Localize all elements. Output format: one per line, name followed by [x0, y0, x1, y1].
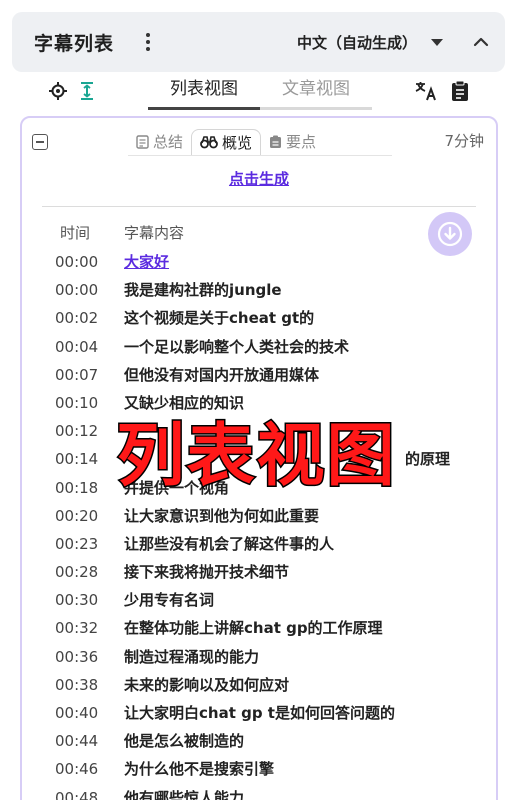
subtitle-text: 未来的影响以及如何应对 [124, 675, 290, 694]
subtitle-time: 00:04 [55, 337, 99, 356]
subtitle-text: 制造过程涌现的能力 [124, 647, 260, 666]
col-time-header: 时间 [60, 224, 91, 242]
subtitle-row[interactable]: 00:00 我是建构社群的jungle [22, 276, 496, 304]
subtitle-row[interactable]: 00:40 让大家明白chat gp t是如何回答问题的 [22, 699, 496, 727]
list-icon [270, 135, 282, 148]
subtitle-time: 00:07 [55, 365, 99, 384]
subtitle-row[interactable]: 00:28 接下来我将抛开技术细节 [22, 558, 496, 586]
subtitle-time: 00:23 [55, 534, 99, 553]
tab-overview-label: 概览 [222, 133, 253, 152]
subtitle-row[interactable]: 00:46 为什么他不是搜索引擎 [22, 755, 496, 783]
subtitle-text: 这个视频是关于cheat gt的 [124, 309, 315, 328]
subtitle-row[interactable]: 00:30 少用专有名词 [22, 586, 496, 614]
subtitle-text: 在整体功能上讲解chat gp的工作原理 [124, 619, 383, 638]
subtitle-time: 00:02 [55, 309, 99, 328]
subtitle-row[interactable]: 00:32 在整体功能上讲解chat gp的工作原理 [22, 614, 496, 642]
generate-link[interactable]: 点击生成 [22, 168, 496, 189]
tab-summary[interactable]: 总结 [128, 129, 191, 155]
subtitle-text: 接下来我将抛开技术细节 [124, 563, 290, 582]
subtitle-row[interactable]: 00:00 大家好 [22, 248, 496, 276]
subtitle-text: 他是怎么被制造的 [124, 732, 245, 751]
subtitle-time: 00:00 [55, 253, 99, 271]
overlay-title: 列表视图 [115, 416, 397, 498]
table-header: 时间 字幕内容 [22, 222, 496, 244]
subtitle-time: 00:40 [55, 704, 99, 722]
scroll-sync-icon[interactable] [76, 80, 98, 102]
subtitle-text: 我是建构社群的jungle [124, 281, 282, 300]
subtitle-time: 00:20 [55, 506, 99, 525]
video-duration: 7分钟 [444, 132, 484, 150]
subtitle-text: 但他没有对国内开放通用媒体 [124, 365, 320, 384]
subtitle-list: 00:00 大家好 00:00 我是建构社群的jungle 00:02 这个视频是关于ch… [22, 248, 496, 800]
subtitle-row[interactable]: 00:02 这个视频是关于cheat gt的 [22, 304, 496, 332]
header-title: 字幕列表 [34, 32, 115, 55]
summary-tabs: 总结 概览 要点 [128, 128, 392, 156]
subtitle-row[interactable]: 00:20 让大家意识到他为何如此重要 [22, 502, 496, 530]
subtitle-text: 让大家明白chat gp t是如何回答问题的 [124, 704, 395, 722]
view-tabs: 列表视图 文章视图 [148, 74, 372, 110]
subtitle-row[interactable]: 00:44 他是怎么被制造的 [22, 727, 496, 755]
subtitle-row[interactable]: 00:38 未来的影响以及如何应对 [22, 671, 496, 699]
subtitle-time: 00:38 [55, 675, 99, 694]
subtitle-row[interactable]: 00:07 但他没有对国内开放通用媒体 [22, 361, 496, 389]
translate-icon[interactable] [414, 80, 438, 102]
tab-article-view[interactable]: 文章视图 [260, 74, 372, 110]
subtitle-text: 一个足以影响整个人类社会的技术 [124, 337, 350, 356]
subtitle-time: 00:00 [55, 281, 99, 300]
divider [42, 206, 476, 207]
caret-down-icon [431, 38, 443, 46]
tab-overview[interactable]: 概览 [191, 128, 262, 155]
subtitle-row[interactable]: 00:36 制造过程涌现的能力 [22, 643, 496, 671]
tab-key-points[interactable]: 要点 [261, 129, 324, 155]
subtitle-time: 00:28 [55, 563, 99, 582]
subtitle-row[interactable]: 00:04 一个足以影响整个人类社会的技术 [22, 333, 496, 361]
subtitle-header: 字幕列表 中文（自动生成） [12, 12, 505, 72]
subtitle-text: 他有哪些惊人能力 [124, 788, 245, 800]
subtitle-row[interactable]: 00:23 让那些没有机会了解这件事的人 [22, 530, 496, 558]
subtitle-time: 00:44 [55, 732, 99, 751]
subtitle-time: 00:46 [55, 760, 99, 779]
tab-list-view[interactable]: 列表视图 [148, 74, 260, 110]
subtitle-text: 少用专有名词 [124, 591, 215, 610]
tab-summary-label: 总结 [153, 133, 184, 151]
col-text-header: 字幕内容 [124, 224, 185, 242]
subtitle-text: 大家好 [124, 253, 170, 271]
document-icon [136, 134, 149, 149]
language-label: 中文（自动生成） [296, 33, 417, 52]
view-toolbar: 列表视图 文章视图 [0, 72, 513, 112]
locate-icon[interactable] [47, 80, 69, 102]
language-select[interactable]: 中文（自动生成） [297, 32, 443, 53]
subtitle-time: 00:36 [55, 647, 99, 666]
collapse-panel-icon[interactable] [32, 134, 48, 150]
tab-key-points-label: 要点 [286, 133, 317, 151]
subtitle-text: 让大家意识到他为何如此重要 [124, 506, 320, 525]
binoculars-icon [200, 136, 218, 149]
subtitle-text: 让那些没有机会了解这件事的人 [124, 534, 335, 553]
subtitle-time: 00:32 [55, 619, 99, 638]
collapse-icon[interactable] [471, 32, 491, 52]
subtitle-time: 00:30 [55, 591, 99, 610]
subtitle-text: 为什么他不是搜索引擎 [124, 760, 275, 779]
subtitle-row[interactable]: 00:48 他有哪些惊人能力 [22, 784, 496, 800]
more-options-icon[interactable] [140, 33, 156, 51]
subtitle-time: 00:48 [55, 788, 99, 800]
clipboard-icon[interactable] [449, 80, 471, 102]
